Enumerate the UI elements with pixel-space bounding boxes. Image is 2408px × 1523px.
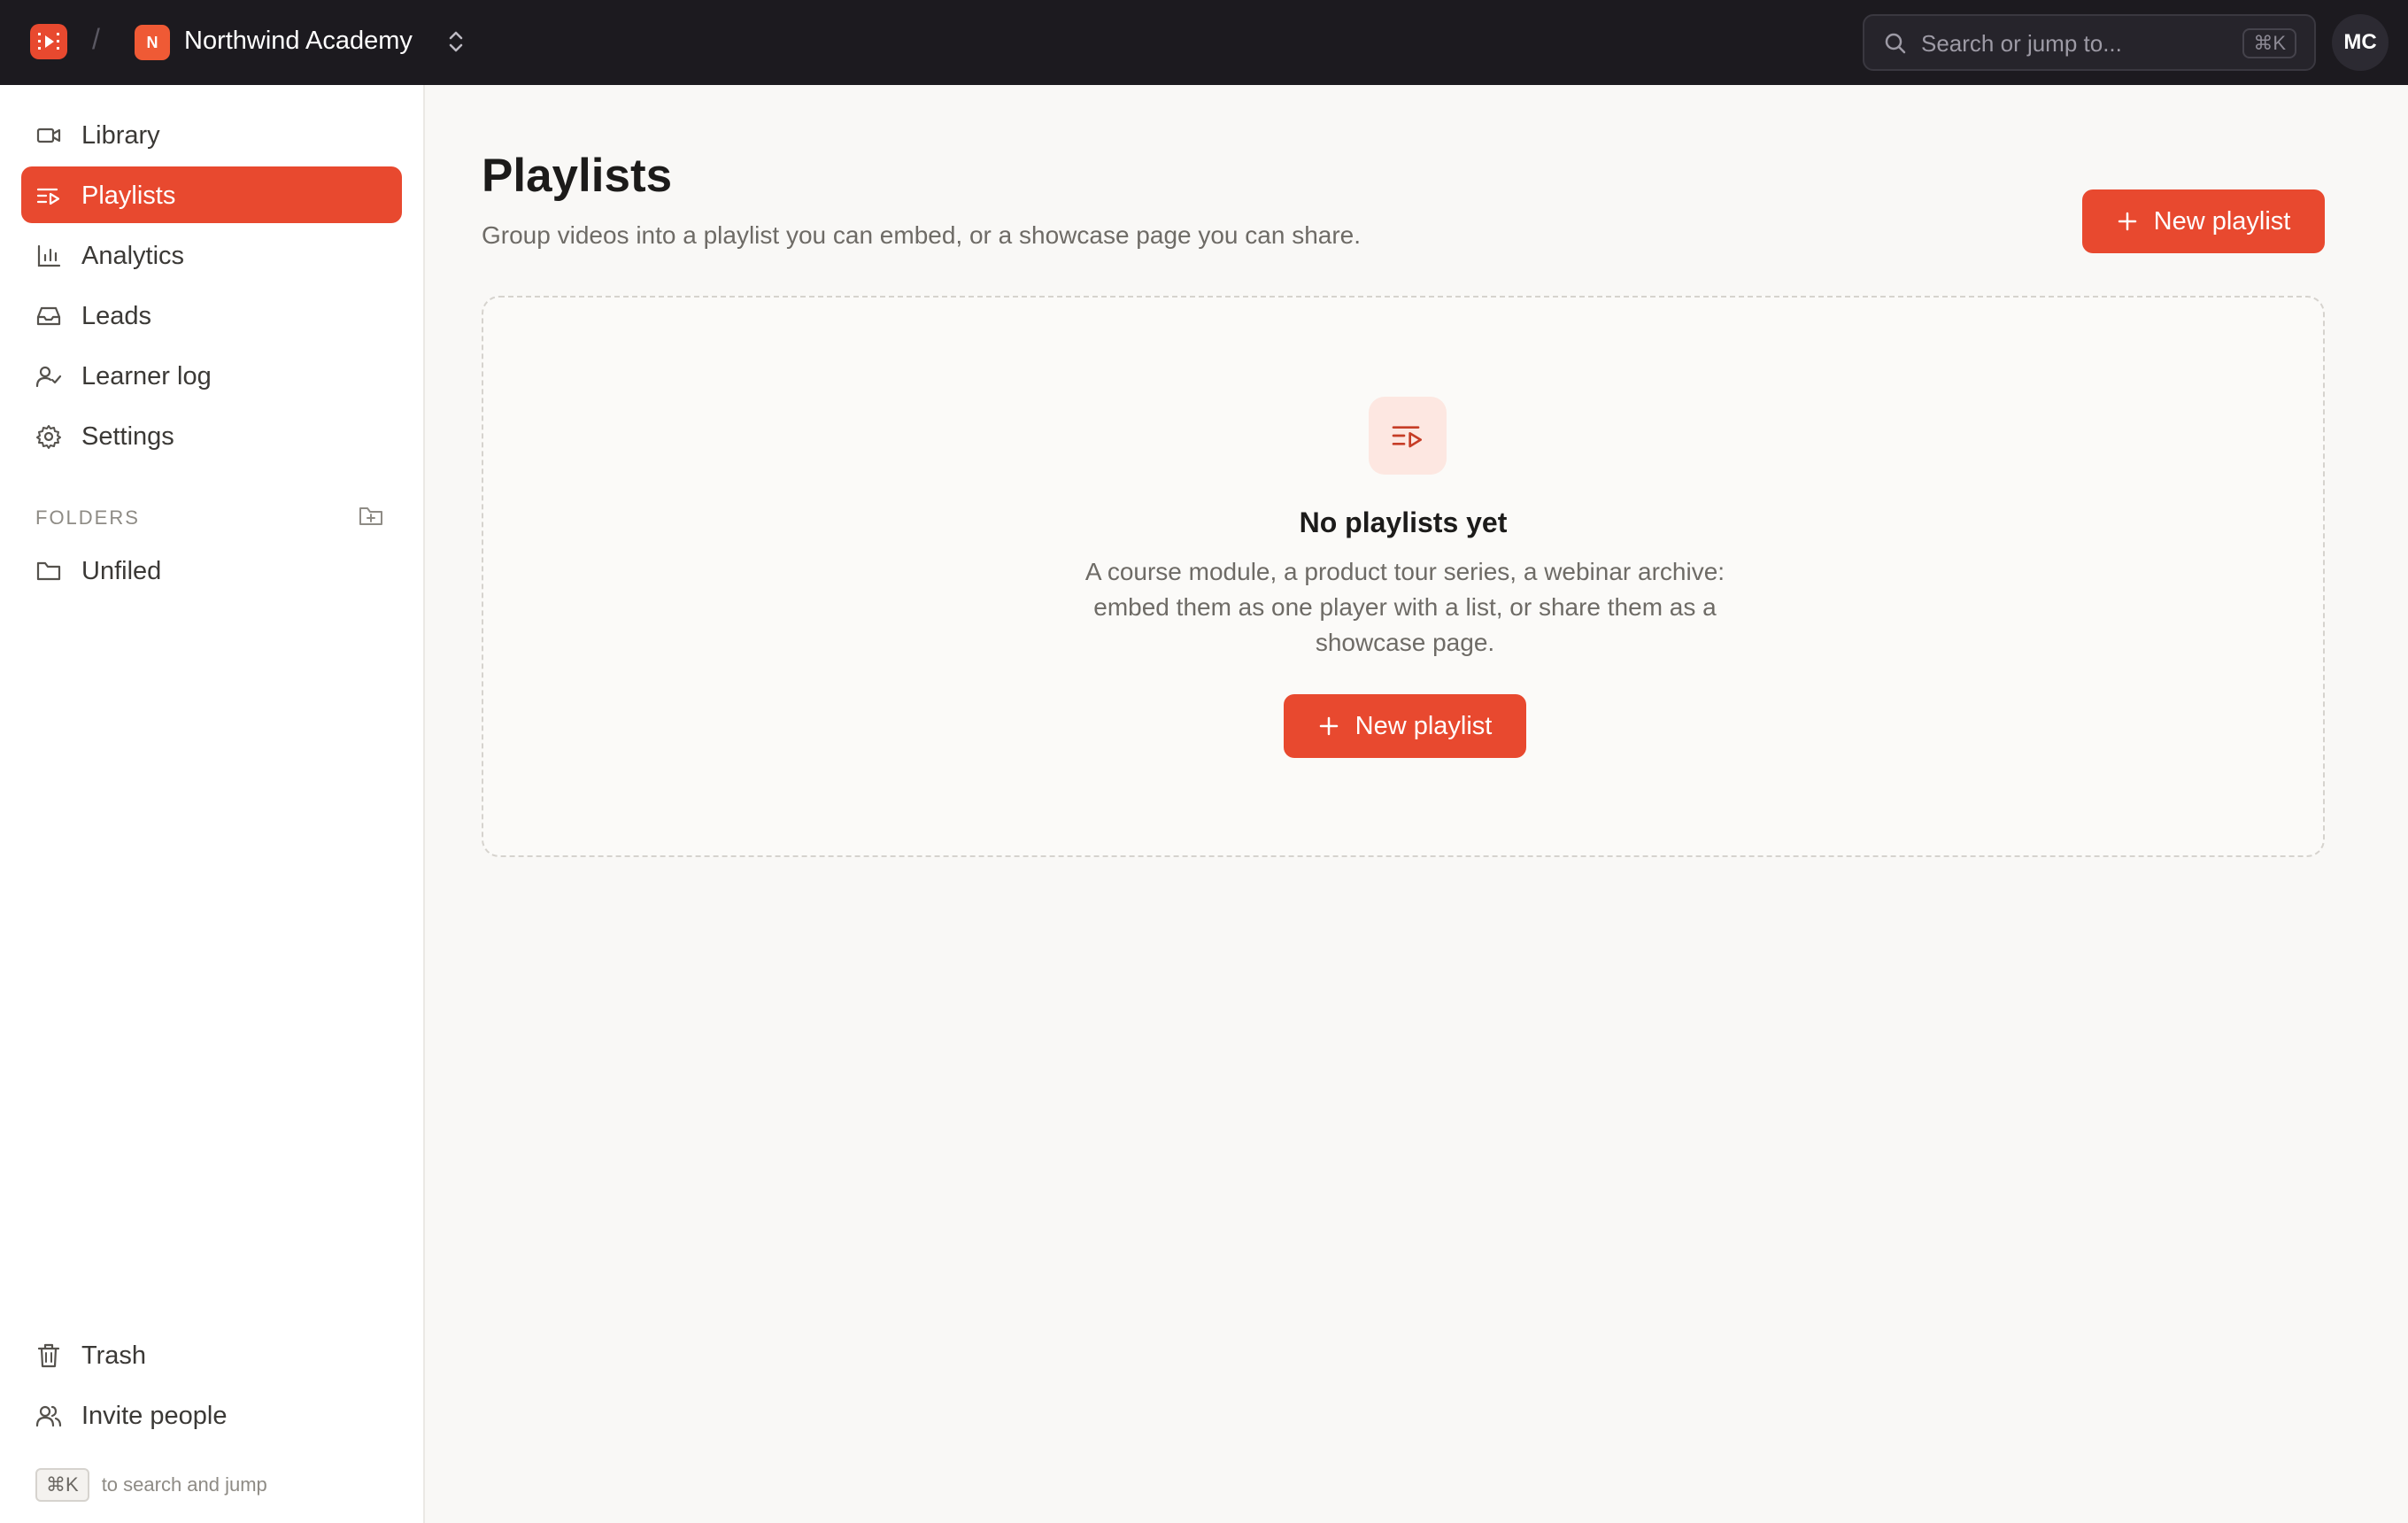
page-title: Playlists	[482, 150, 673, 202]
plus-icon	[1319, 716, 1338, 736]
hint-shortcut-key: ⌘K	[35, 1468, 89, 1502]
trash-icon	[37, 1343, 60, 1368]
sidebar-folder-unfiled[interactable]: Unfiled	[21, 542, 402, 599]
sidebar-item-label: Leads	[81, 302, 152, 330]
sidebar-item-label: Invite people	[81, 1402, 228, 1430]
gear-icon	[36, 425, 61, 449]
playlist-icon	[36, 188, 60, 205]
hint-text: to search and jump	[101, 1473, 267, 1496]
sidebar-item-playlists[interactable]: Playlists	[21, 166, 402, 223]
search-icon	[1885, 33, 1906, 54]
folder-icon	[36, 561, 61, 581]
users-icon	[35, 1405, 62, 1427]
playlist-icon	[1392, 426, 1422, 448]
empty-new-playlist-button[interactable]: New playlist	[1284, 694, 1526, 758]
sidebar-item-library[interactable]: Library	[21, 106, 402, 163]
sidebar-item-label: Analytics	[81, 242, 185, 270]
sidebar-item-learner-log[interactable]: Learner log	[21, 347, 402, 404]
top-bar: / N Northwind Academy Search or jump to.…	[0, 0, 2408, 85]
empty-state-description: A course module, a product tour series, …	[1084, 558, 1725, 656]
empty-state-title: No playlists yet	[1299, 506, 1508, 538]
sidebar-item-label: Trash	[81, 1341, 147, 1370]
sidebar-item-leads[interactable]: Leads	[21, 287, 402, 344]
video-camera-icon	[36, 128, 61, 143]
plus-icon	[2118, 212, 2136, 231]
sidebar-item-label: Settings	[81, 422, 174, 451]
sidebar-item-label: Playlists	[81, 182, 176, 210]
workspace-avatar[interactable]: N	[135, 25, 170, 60]
sidebar-item-trash[interactable]: Trash	[21, 1326, 402, 1383]
workspace-name[interactable]: Northwind Academy	[184, 27, 413, 56]
sidebar-item-analytics[interactable]: Analytics	[21, 227, 402, 283]
sidebar-item-label: Learner log	[81, 362, 212, 390]
new-playlist-label: New playlist	[2153, 206, 2291, 236]
empty-state-icon-box	[1369, 397, 1447, 475]
sidebar-item-settings[interactable]: Settings	[21, 407, 402, 464]
bar-chart-icon	[37, 244, 61, 267]
search-shortcut: ⌘K	[2242, 28, 2296, 58]
breadcrumb-separator: /	[92, 23, 100, 55]
sidebar-item-label: Library	[81, 121, 160, 150]
new-playlist-button[interactable]: New playlist	[2082, 189, 2325, 253]
app-logo[interactable]	[30, 24, 67, 59]
play-film-icon	[38, 33, 59, 50]
user-check-icon	[35, 366, 62, 388]
folders-heading: FOLDERS	[35, 506, 140, 529]
inbox-icon	[36, 306, 61, 326]
search-placeholder: Search or jump to...	[1921, 30, 2122, 57]
empty-state: No playlists yet A course module, a prod…	[482, 296, 2325, 857]
empty-new-playlist-label: New playlist	[1354, 711, 1493, 740]
chevron-up-down-icon[interactable]	[444, 28, 467, 55]
sidebar-item-label: Unfiled	[81, 557, 162, 585]
shortcut-hint: ⌘K to search and jump	[35, 1468, 267, 1502]
user-avatar[interactable]: MC	[2332, 14, 2389, 71]
search-input[interactable]: Search or jump to... ⌘K	[1863, 14, 2316, 71]
page-subtitle: Group videos into a playlist you can emb…	[482, 221, 1362, 249]
folder-plus-icon[interactable]	[358, 503, 384, 530]
sidebar: Library Playlists Analytics Leads Learne…	[0, 85, 425, 1523]
sidebar-item-invite-people[interactable]: Invite people	[21, 1387, 402, 1443]
